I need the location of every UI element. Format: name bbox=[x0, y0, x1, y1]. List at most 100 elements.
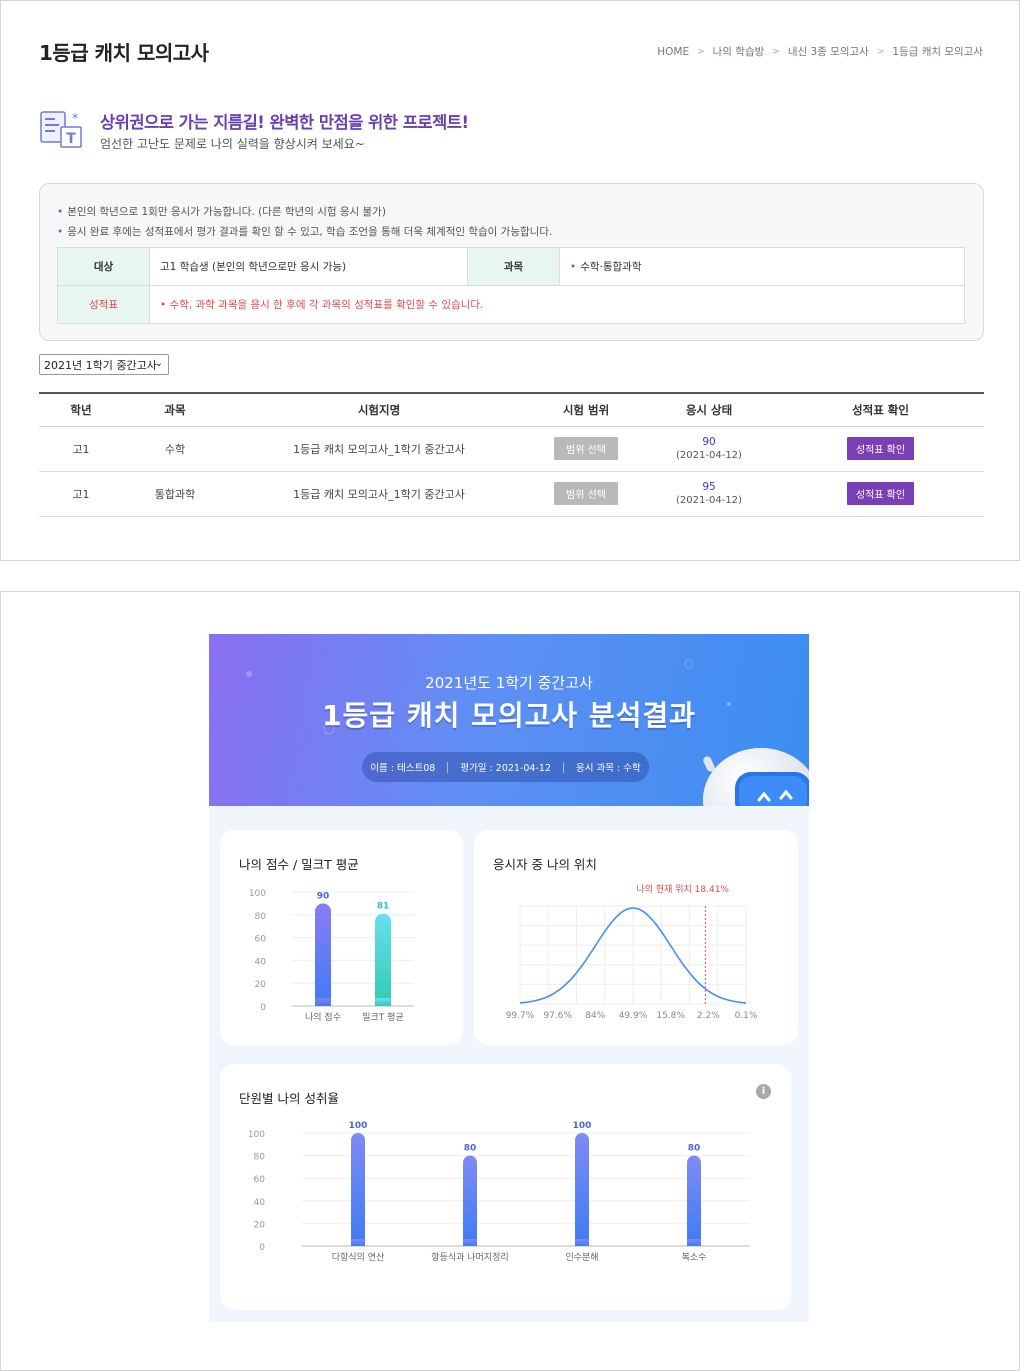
breadcrumb-study-room[interactable]: 나의 학습방 bbox=[713, 44, 765, 59]
y-tick-label: 80 bbox=[255, 912, 267, 922]
chevron-right-icon: > bbox=[772, 46, 780, 57]
svg-text:T: T bbox=[66, 131, 76, 147]
x-tick-label: 0.1% bbox=[735, 1011, 758, 1021]
x-tick-label: 나의 점수 bbox=[305, 1011, 341, 1023]
chevron-down-icon: ⌄ bbox=[154, 358, 163, 369]
y-tick-label: 20 bbox=[255, 980, 267, 990]
bar-base bbox=[351, 1239, 365, 1246]
status-cell: 95 (2021-04-12) bbox=[641, 471, 777, 517]
table-row: 고1 수학 1등급 캐치 모의고사_1학기 중간고사 범위 선택 90 (2021… bbox=[39, 426, 984, 472]
student-name: 이름 : 테스트08 bbox=[370, 763, 436, 774]
x-tick-label: 49.9% bbox=[619, 1011, 648, 1021]
x-tick-label: 항등식과 나머지정리 bbox=[431, 1252, 508, 1263]
data-label: 81 bbox=[377, 902, 390, 912]
bar-base bbox=[575, 1239, 589, 1246]
breadcrumb-home[interactable]: HOME bbox=[657, 46, 689, 58]
page-title: 1등급 캐치 모의고사 bbox=[39, 41, 209, 65]
range-select-button[interactable]: 범위 선택 bbox=[554, 482, 618, 505]
breadcrumb-current: 1등급 캐치 모의고사 bbox=[892, 46, 983, 58]
range-select-button[interactable]: 범위 선택 bbox=[554, 437, 618, 460]
y-tick-label: 0 bbox=[260, 1003, 266, 1013]
bar bbox=[687, 1155, 701, 1246]
subject-value: • 수학·통합과학 bbox=[559, 247, 965, 286]
notice-notes: • 본인의 학년으로 1회만 응시가 가능합니다. (다른 학년의 시험 응시 불… bbox=[57, 202, 552, 242]
grade-cell: 고1 bbox=[39, 471, 123, 517]
y-tick-label: 60 bbox=[255, 935, 267, 945]
report-panel: 2021년도 1학기 중간고사 1등급 캐치 모의고사 분석결과 이름 : 테스… bbox=[0, 591, 1020, 1371]
y-tick-label: 40 bbox=[254, 1198, 266, 1208]
exam-list-panel: 1등급 캐치 모의고사 HOME > 나의 학습방 > 내신 3종 모의고사 >… bbox=[0, 0, 1020, 561]
grade-cell: 고1 bbox=[39, 426, 123, 472]
x-tick-label: 복소수 bbox=[682, 1252, 707, 1263]
x-tick-label: 15.8% bbox=[656, 1011, 685, 1021]
col-subject: 과목 bbox=[123, 393, 227, 427]
robot-mascot-icon bbox=[703, 748, 809, 806]
breadcrumb-mock-exams[interactable]: 내신 3종 모의고사 bbox=[788, 44, 869, 59]
bar-base bbox=[375, 998, 391, 1006]
exam-table: 학년 과목 시험지명 시험 범위 응시 상태 성적표 확인 고1 수학 1등급 … bbox=[39, 392, 984, 517]
exam-name-cell: 1등급 캐치 모의고사_1학기 중간고사 bbox=[227, 471, 531, 517]
report-label: 성적표 bbox=[57, 285, 150, 324]
chevron-right-icon: > bbox=[697, 46, 705, 57]
notice-box: • 본인의 학년으로 1회만 응시가 가능합니다. (다른 학년의 시험 응시 불… bbox=[39, 183, 984, 341]
table-row: 고1 통합과학 1등급 캐치 모의고사_1학기 중간고사 범위 선택 95 (20… bbox=[39, 471, 984, 517]
y-tick-label: 100 bbox=[248, 1130, 265, 1140]
view-report-button[interactable]: 성적표 확인 bbox=[846, 437, 915, 460]
banner-subtitle: 2021년도 1학기 중간고사 bbox=[425, 674, 593, 692]
exam-date: (2021-04-12) bbox=[676, 495, 742, 506]
bar bbox=[463, 1155, 477, 1246]
subject-cell: 수학 bbox=[123, 426, 227, 472]
x-tick-label: 99.7% bbox=[506, 1011, 535, 1021]
x-tick-label: 2.2% bbox=[697, 1011, 720, 1021]
score-bar-chart: 100 80 60 40 20 0 90 나의 점수 81 밀크T 평균 bbox=[249, 889, 414, 1023]
col-grade: 학년 bbox=[39, 393, 123, 427]
exam-info-table: 대상 고1 학습생 (본인의 학년으로만 응시 가능) 과목 • 수학·통합과학 … bbox=[57, 247, 965, 324]
x-tick-label: 97.6% bbox=[543, 1011, 572, 1021]
score-link[interactable]: 90 bbox=[641, 436, 777, 448]
col-report: 성적표 확인 bbox=[777, 393, 984, 427]
data-label: 80 bbox=[688, 1144, 701, 1154]
col-status: 응시 상태 bbox=[641, 393, 777, 427]
chevron-right-icon: > bbox=[876, 46, 885, 57]
data-label: 80 bbox=[464, 1144, 477, 1154]
data-label: 100 bbox=[349, 1121, 368, 1131]
bar bbox=[575, 1133, 589, 1246]
status-cell: 90 (2021-04-12) bbox=[641, 426, 777, 472]
bar-base bbox=[687, 1239, 701, 1246]
exam-name-cell: 1등급 캐치 모의고사_1학기 중간고사 bbox=[227, 426, 531, 472]
breadcrumb: HOME > 나의 학습방 > 내신 3종 모의고사 > 1등급 캐치 모의고사 bbox=[657, 44, 983, 59]
x-tick-label: 84% bbox=[585, 1011, 605, 1021]
data-label: 90 bbox=[317, 891, 330, 901]
bullet-icon: • bbox=[57, 206, 64, 218]
notice-item: • 응시 완료 후에는 성적표에서 평가 결과를 확인 할 수 있고, 학습 조언… bbox=[57, 226, 553, 238]
y-tick-label: 0 bbox=[259, 1243, 265, 1253]
col-range: 시험 범위 bbox=[531, 393, 641, 427]
target-label: 대상 bbox=[57, 247, 150, 286]
x-tick-label: 인수분해 bbox=[565, 1252, 598, 1263]
score-link[interactable]: 95 bbox=[641, 481, 777, 493]
term-select[interactable]: 2021년 1학기 중간고사 ⌄ bbox=[39, 354, 169, 375]
y-tick-label: 80 bbox=[254, 1153, 266, 1163]
notice-item: • 본인의 학년으로 1회만 응시가 가능합니다. (다른 학년의 시험 응시 불… bbox=[57, 206, 386, 218]
bar-base bbox=[463, 1239, 477, 1246]
exam-info-pill: 이름 : 테스트08 평가일 : 2021-04-12 응시 과목 : 수학 bbox=[362, 752, 649, 782]
view-report-button[interactable]: 성적표 확인 bbox=[846, 482, 915, 505]
score-comparison-card: 나의 점수 / 밀크T 평균 100 80 60 40 20 0 90 나의 점수 81 밀크T … bbox=[220, 830, 463, 1045]
bar-base bbox=[315, 998, 331, 1006]
exam-subject: 응시 과목 : 수학 bbox=[576, 763, 641, 774]
y-tick-label: 40 bbox=[255, 957, 267, 967]
subject-label: 과목 bbox=[467, 247, 560, 286]
subject-cell: 통합과학 bbox=[123, 471, 227, 517]
target-value: 고1 학습생 (본인의 학년으로만 응시 가능) bbox=[149, 247, 468, 286]
position-card: 응시자 중 나의 위치 나의 현재 위치 18.41% 99.7% 97.6% 84%… bbox=[474, 830, 798, 1045]
exam-date: (2021-04-12) bbox=[676, 450, 742, 461]
bar bbox=[351, 1133, 365, 1246]
y-tick-label: 20 bbox=[254, 1220, 266, 1230]
y-tick-label: 100 bbox=[249, 889, 266, 899]
bullet-icon: • bbox=[57, 226, 64, 238]
bar bbox=[375, 913, 391, 1006]
exam-date: 평가일 : 2021-04-12 bbox=[460, 763, 551, 774]
promo-subtitle: 엄선한 고난도 문제로 나의 실력을 향상시켜 보세요~ bbox=[100, 137, 365, 151]
y-tick-label: 60 bbox=[254, 1175, 266, 1185]
col-exam-name: 시험지명 bbox=[227, 393, 531, 427]
